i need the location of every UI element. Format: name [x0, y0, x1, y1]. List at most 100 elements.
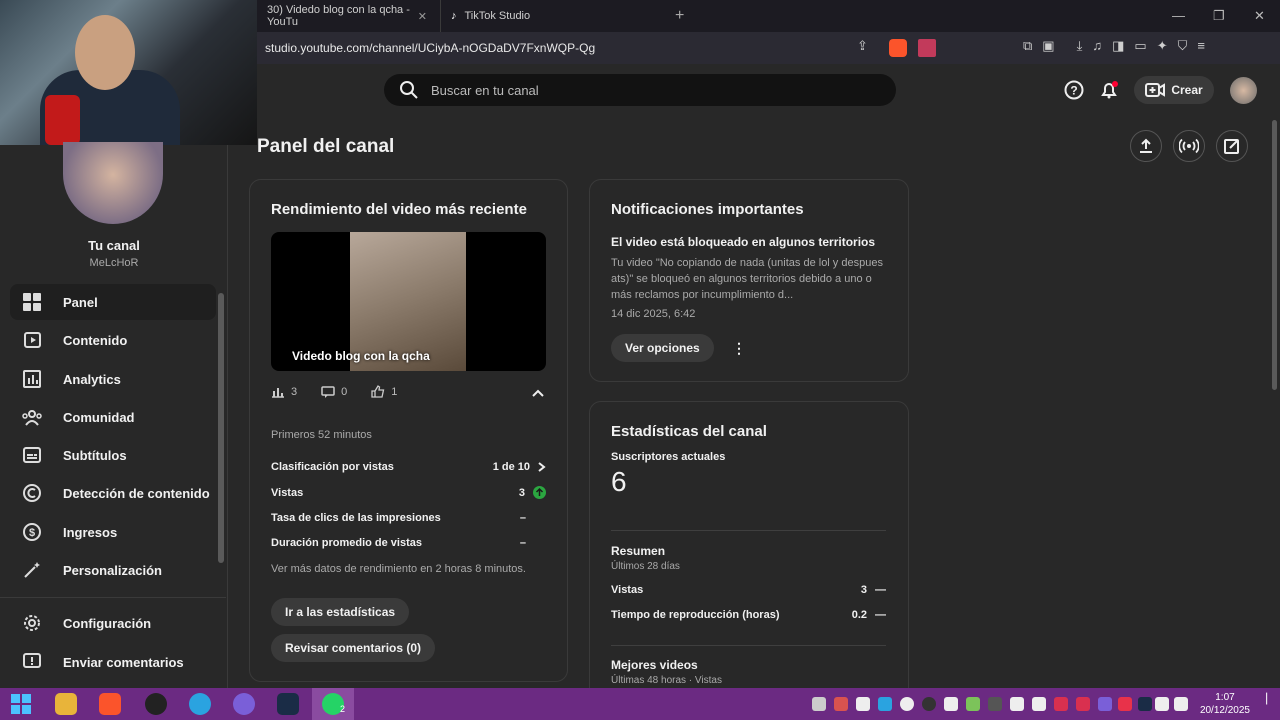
tray-app-icon[interactable]	[1054, 697, 1068, 711]
microphone-icon[interactable]	[1010, 697, 1024, 711]
earn-icon: $	[21, 521, 43, 543]
url-text[interactable]: studio.youtube.com/channel/UCiybA-nOGDaD…	[265, 41, 595, 55]
discord-tray-icon[interactable]	[1098, 697, 1112, 711]
card-title: Notificaciones importantes	[611, 201, 804, 218]
metric-value: 3	[860, 584, 867, 596]
video-title: Videdo blog con la qcha	[292, 349, 430, 363]
video-thumbnail[interactable]: Videdo blog con la qcha	[271, 232, 546, 371]
thumbs-up-icon	[371, 385, 385, 398]
avatar[interactable]	[1230, 77, 1257, 104]
vpn-icon[interactable]: ⛉	[1178, 38, 1188, 54]
search-icon	[400, 81, 418, 99]
sidebar-item-ingresos[interactable]: $ Ingresos	[10, 514, 216, 550]
steam-tray-icon[interactable]	[1138, 697, 1152, 711]
comments-count: 0	[341, 385, 348, 398]
create-post-icon[interactable]	[1216, 130, 1248, 162]
help-icon[interactable]: ?	[1058, 74, 1090, 106]
person-face	[75, 15, 135, 90]
bar-chart-icon	[272, 387, 284, 398]
tray-app-icon[interactable]	[834, 697, 848, 711]
file-explorer-icon[interactable]	[55, 693, 77, 715]
tray-app-icon[interactable]	[988, 697, 1002, 711]
see-options-button[interactable]: Ver opciones	[611, 334, 714, 362]
metric-label: Vistas	[271, 486, 304, 499]
search-input[interactable]: Buscar en tu canal	[431, 83, 539, 98]
content-icon	[21, 329, 43, 351]
leo-icon[interactable]: ✦	[1157, 38, 1168, 54]
sidebar-item-contenido[interactable]: Contenido	[10, 322, 216, 358]
summary-row: Vistas 3 —	[611, 584, 886, 596]
address-bar[interactable]: studio.youtube.com/channel/UCiybA-nOGDaD…	[257, 32, 1280, 64]
sidebar-item-analytics[interactable]: Analytics	[10, 361, 216, 397]
telegram-icon[interactable]	[189, 693, 211, 715]
sidebar-scrollbar[interactable]	[218, 293, 224, 563]
volume-icon[interactable]	[856, 697, 870, 711]
metric-label: Vistas	[611, 584, 644, 596]
tray-app-icon[interactable]	[1118, 697, 1132, 711]
subscribers-count: 6	[611, 466, 627, 497]
menu-icon[interactable]: ≡	[1197, 38, 1205, 54]
close-window-icon[interactable]: ✕	[1254, 8, 1265, 24]
obs-icon[interactable]	[145, 693, 167, 715]
search-bar[interactable]: Buscar en tu canal	[384, 74, 896, 106]
channel-avatar[interactable]	[63, 142, 163, 224]
likes-count: 1	[391, 385, 398, 398]
minimize-icon[interactable]: —	[1172, 8, 1185, 23]
create-button[interactable]: Crear	[1134, 76, 1214, 104]
wifi-icon[interactable]	[1155, 697, 1169, 711]
browser-tab-tiktok[interactable]: ♪ TikTok Studio	[440, 0, 660, 32]
sidebar-item-personalizacion[interactable]: Personalización	[10, 552, 216, 588]
main-scrollbar[interactable]	[1272, 120, 1277, 390]
brave-shields-icon[interactable]	[889, 39, 907, 57]
restore-icon[interactable]: ❐	[1213, 8, 1225, 24]
sidebar-item-panel[interactable]: Panel	[10, 284, 216, 320]
extensions-icon[interactable]: ⧉	[1023, 38, 1032, 54]
summary-title: Resumen	[611, 544, 666, 558]
metric-label: Tasa de clics de las impresiones	[271, 512, 441, 524]
media-icon[interactable]: ♫	[1092, 38, 1102, 54]
taskbar: 2 1:07 20/12/2025 ▏	[0, 688, 1280, 720]
notification-center-icon[interactable]: ▏	[1266, 694, 1274, 705]
download-icon[interactable]: ⤓	[1077, 38, 1083, 54]
sidebar-item-subtitulos[interactable]: Subtítulos	[10, 437, 216, 473]
go-to-analytics-button[interactable]: Ir a las estadísticas	[271, 598, 410, 626]
system-clock[interactable]: 1:07 20/12/2025	[1200, 691, 1250, 717]
tray-app-icon[interactable]	[966, 697, 980, 711]
tray-app-icon[interactable]	[900, 697, 914, 711]
whatsapp-taskbar-item[interactable]: 2	[312, 688, 354, 720]
notifications-bell-icon[interactable]	[1093, 74, 1125, 106]
tray-app-icon[interactable]	[1032, 697, 1046, 711]
telegram-tray-icon[interactable]	[878, 697, 892, 711]
browser-tab-youtube[interactable]: 30) Videdo blog con la qcha - YouTu ✕	[257, 0, 437, 32]
tab-search-icon[interactable]: ▣	[1042, 38, 1054, 54]
discord-icon[interactable]	[233, 693, 255, 715]
steam-icon[interactable]	[277, 693, 299, 715]
obs-tray-icon[interactable]	[922, 697, 936, 711]
collapse-chevron-icon[interactable]	[532, 384, 544, 402]
tray-app-icon[interactable]	[812, 697, 826, 711]
metric-value: 1 de 10	[492, 461, 530, 473]
notification-body: Tu video "No copiando de nada (unitas de…	[611, 257, 883, 301]
close-tab-icon[interactable]: ✕	[418, 10, 427, 23]
go-live-icon[interactable]	[1173, 130, 1205, 162]
sidebar-item-comunidad[interactable]: Comunidad	[10, 399, 216, 435]
brave-browser-icon[interactable]	[99, 693, 121, 715]
new-tab-button[interactable]: +	[665, 0, 694, 32]
metric-row[interactable]: Clasificación por vistas 1 de 10	[271, 461, 546, 473]
brave-rewards-icon[interactable]	[918, 39, 936, 57]
share-icon[interactable]: ⇪	[857, 38, 868, 54]
sidebar-item-configuracion[interactable]: Configuración	[10, 605, 216, 641]
trend-dash: —	[875, 584, 886, 596]
windows-start-icon[interactable]	[10, 693, 32, 715]
sidebar-item-deteccion[interactable]: Detección de contenido	[10, 475, 216, 511]
tray-app-icon[interactable]	[944, 697, 958, 711]
review-comments-button[interactable]: Revisar comentarios (0)	[271, 634, 436, 662]
more-vert-icon[interactable]: ⋮	[732, 340, 746, 357]
mic-mute-icon[interactable]	[1076, 697, 1090, 711]
sidebar-icon[interactable]: ◨	[1112, 38, 1124, 54]
sidebar-item-label: Contenido	[63, 332, 128, 348]
sidebar-item-enviar-comentarios[interactable]: Enviar comentarios	[10, 644, 216, 680]
wallet-icon[interactable]: ▭	[1134, 38, 1146, 54]
upload-icon[interactable]	[1130, 130, 1162, 162]
network-icon[interactable]	[1174, 697, 1188, 711]
